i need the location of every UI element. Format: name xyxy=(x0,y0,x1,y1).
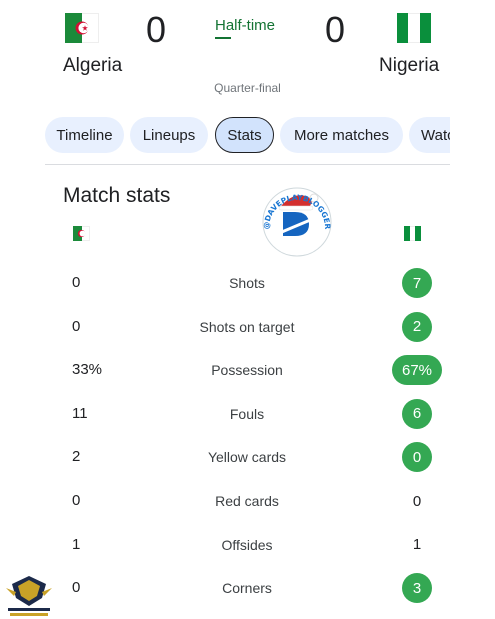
stat-label: Red cards xyxy=(215,493,279,509)
nigeria-mini-flag-icon xyxy=(404,226,421,241)
algeria-flag-icon xyxy=(65,13,99,43)
stat-away-value: 67% xyxy=(392,355,442,386)
tab-watch[interactable]: Watch xyxy=(409,117,450,153)
stat-home-value: 1 xyxy=(72,535,81,553)
stat-label: Fouls xyxy=(229,405,265,422)
stat-home-value: 11 xyxy=(72,404,88,422)
tab-bar: Timeline Lineups Stats More matches Watc… xyxy=(45,115,450,155)
stat-home-value: 0 xyxy=(72,579,81,597)
stat-label: Shots xyxy=(229,275,265,291)
stat-away-value: 7 xyxy=(402,268,432,298)
nigeria-flag-icon xyxy=(397,13,431,43)
stat-home-value: 0 xyxy=(72,317,81,335)
tabs-divider xyxy=(45,164,450,165)
stat-label: Possession xyxy=(211,362,283,379)
stat-label: Yellow cards xyxy=(207,449,287,466)
stat-away-value: 0 xyxy=(402,442,432,473)
stat-away-value: 2 xyxy=(402,311,432,342)
live-indicator xyxy=(215,37,231,39)
match-stats-title: Match stats xyxy=(63,184,171,207)
stat-home-value: 0 xyxy=(72,492,81,509)
stat-away-value: 3 xyxy=(402,573,432,604)
stat-home-value: 0 xyxy=(72,274,81,291)
tab-stats[interactable]: Stats xyxy=(215,117,274,153)
stat-label: Offsides xyxy=(221,536,273,553)
home-score: 0 xyxy=(146,9,167,50)
stat-label: Corners xyxy=(222,580,272,597)
corner-watermark-logo xyxy=(6,576,52,616)
crescent-star-icon xyxy=(75,21,89,35)
away-score: 0 xyxy=(325,9,346,50)
watermark-logo: @DAVEPLAYBLOGGER xyxy=(262,187,332,257)
tab-more-matches[interactable]: More matches xyxy=(280,117,403,153)
away-team-name[interactable]: Nigeria xyxy=(379,55,439,77)
algeria-mini-flag-icon xyxy=(73,226,90,241)
tab-timeline[interactable]: Timeline xyxy=(45,117,124,153)
tab-lineups[interactable]: Lineups xyxy=(130,117,208,153)
stat-home-value: 2 xyxy=(72,448,81,466)
stat-away-value: 0 xyxy=(412,492,422,510)
match-stage: Quarter-final xyxy=(214,81,281,95)
home-team-name[interactable]: Algeria xyxy=(63,55,122,77)
stat-away-value: 1 xyxy=(412,536,422,554)
match-status: Half-time xyxy=(215,17,276,34)
stat-home-value: 33% xyxy=(72,361,103,379)
crescent-icon xyxy=(77,229,86,238)
stat-label: Shots on target xyxy=(199,318,295,335)
stat-away-value: 6 xyxy=(402,398,432,429)
